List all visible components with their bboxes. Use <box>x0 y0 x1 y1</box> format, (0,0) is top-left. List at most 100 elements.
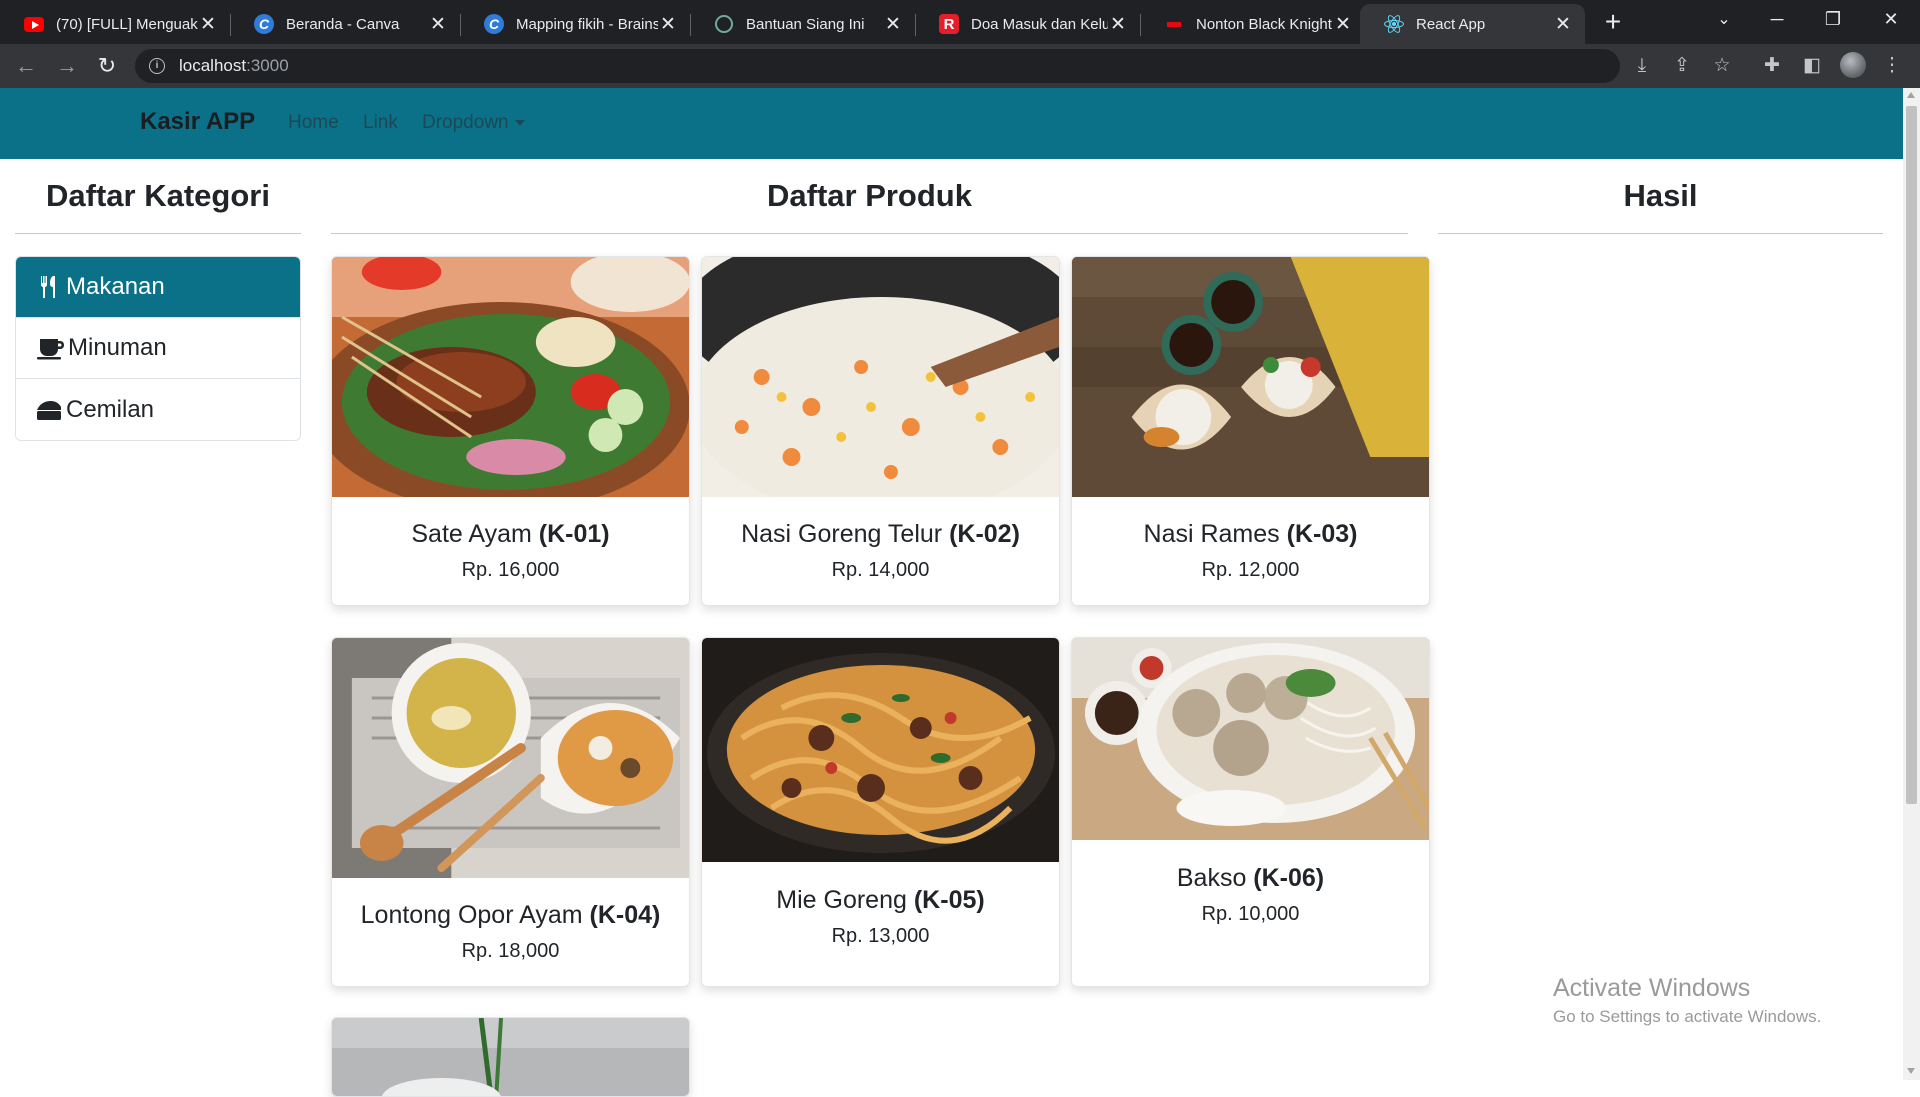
reload-icon[interactable]: ↻ <box>91 50 123 82</box>
minimize-icon[interactable]: ─ <box>1752 0 1802 40</box>
close-tab-icon[interactable]: ✕ <box>658 13 678 36</box>
url-port: :3000 <box>246 56 289 75</box>
nav-dropdown[interactable]: Dropdown <box>422 112 525 134</box>
result-heading: Hasil <box>1623 178 1698 213</box>
products-divider <box>331 233 1408 234</box>
product-card[interactable] <box>331 1017 690 1097</box>
product-card[interactable]: Lontong Opor Ayam (K-04) Rp. 18,000 <box>331 637 690 987</box>
navbar-brand[interactable]: Kasir APP <box>140 108 255 136</box>
product-name-text: Lontong Opor Ayam <box>360 901 583 929</box>
side-panel-icon[interactable]: ◧ <box>1796 50 1828 82</box>
product-name: Lontong Opor Ayam (K-04) <box>332 901 689 930</box>
tab-title: Mapping fikih - Brains <box>516 15 658 33</box>
close-tab-icon[interactable]: ✕ <box>1553 13 1573 36</box>
browser-tab[interactable]: Nonton Black Knight: ✕ <box>1140 4 1365 44</box>
product-code: (K-03) <box>1286 520 1358 548</box>
product-code: (K-04) <box>589 901 661 929</box>
address-bar[interactable]: i localhost:3000 <box>135 49 1620 83</box>
scroll-thumb[interactable] <box>1906 106 1917 804</box>
mie-goreng-photo <box>702 638 1059 862</box>
tab-title: Beranda - Canva <box>286 15 400 33</box>
chevron-down-icon[interactable]: ⌄ <box>1710 6 1738 34</box>
close-tab-icon[interactable]: ✕ <box>1108 13 1128 36</box>
category-label: Makanan <box>66 273 165 300</box>
product-code: (K-06) <box>1253 864 1325 892</box>
product-name-text: Nasi Goreng Telur <box>741 520 943 548</box>
product-price: Rp. 12,000 <box>1201 559 1300 581</box>
close-tab-icon[interactable]: ✕ <box>883 13 903 36</box>
react-icon <box>1384 13 1404 35</box>
share-icon[interactable]: ⇪ <box>1666 50 1698 82</box>
activate-windows-title: Activate Windows <box>1553 974 1751 1002</box>
install-icon[interactable]: ⤓ <box>1626 50 1658 82</box>
product-name-text: Bakso <box>1176 864 1247 892</box>
product-card[interactable]: Nasi Rames (K-03) Rp. 12,000 <box>1071 256 1430 606</box>
back-icon[interactable]: ← <box>10 50 42 82</box>
product-name: Sate Ayam (K-01) <box>332 520 689 549</box>
category-item-cemilan[interactable]: Cemilan <box>16 379 300 440</box>
activate-windows-subtitle: Go to Settings to activate Windows. <box>1553 1007 1822 1026</box>
tab-title: React App <box>1416 15 1486 33</box>
category-item-minuman[interactable]: Minuman <box>16 318 300 379</box>
product-card[interactable]: Bakso (K-06) Rp. 10,000 <box>1071 637 1430 987</box>
browser-tab[interactable]: C Mapping fikih - Brains ✕ <box>460 4 691 44</box>
url-host: localhost <box>179 56 247 75</box>
product-code: (K-02) <box>949 520 1020 548</box>
scroll-down-icon[interactable] <box>1907 1068 1915 1074</box>
browser-toolbar: ← → ↻ i localhost:3000 ⤓ ⇪ ☆ ✚ ◧ ⋮ <box>0 44 1920 88</box>
scroll-up-icon[interactable] <box>1907 92 1915 98</box>
new-tab-icon[interactable]: + <box>1597 6 1629 38</box>
category-label: Minuman <box>68 334 167 361</box>
menu-kebab-icon[interactable]: ⋮ <box>1876 50 1908 82</box>
caret-down-icon <box>514 119 525 126</box>
page-scrollbar[interactable] <box>1903 88 1920 1080</box>
extensions-icon[interactable]: ✚ <box>1756 50 1788 82</box>
tab-title: Nonton Black Knight: <box>1196 15 1333 33</box>
coffee-icon <box>36 335 66 361</box>
close-tab-icon[interactable]: ✕ <box>198 13 218 36</box>
close-window-icon[interactable]: ✕ <box>1866 0 1916 40</box>
nav-link-link[interactable]: Link <box>363 112 398 134</box>
bookmark-star-icon[interactable]: ☆ <box>1706 50 1738 82</box>
product-name-text: Sate Ayam <box>411 520 532 548</box>
product-photo <box>332 1018 689 1096</box>
canva-icon: C <box>484 14 504 34</box>
category-item-makanan[interactable]: Makanan <box>16 257 300 318</box>
profile-avatar[interactable] <box>1840 52 1866 78</box>
nav-dropdown-label: Dropdown <box>422 112 509 133</box>
youtube-icon <box>24 14 44 34</box>
r-icon: R <box>939 14 959 34</box>
product-card[interactable]: Mie Goreng (K-05) Rp. 13,000 <box>701 637 1060 987</box>
app-navbar: Kasir APP Home Link Dropdown <box>0 88 1903 159</box>
product-name: Bakso (K-06) <box>1072 864 1429 893</box>
product-name-text: Mie Goreng <box>776 886 907 914</box>
product-name-text: Nasi Rames <box>1143 520 1280 548</box>
category-label: Cemilan <box>66 395 155 423</box>
browser-tab[interactable]: R Doa Masuk dan Kelua ✕ <box>915 4 1141 44</box>
product-price: Rp. 14,000 <box>831 559 930 581</box>
chatgpt-icon <box>714 14 734 34</box>
category-list: Makanan Minuman Cemilan <box>15 256 301 441</box>
info-icon[interactable]: i <box>149 58 165 74</box>
product-price: Rp. 18,000 <box>461 940 560 962</box>
browser-tab-active[interactable]: React App ✕ <box>1360 4 1585 44</box>
browser-tab[interactable]: (70) [FULL] Menguak I ✕ <box>0 4 231 44</box>
product-name: Nasi Rames (K-03) <box>1072 520 1429 549</box>
browser-tab[interactable]: C Beranda - Canva ✕ <box>230 4 461 44</box>
bakso-photo <box>1072 638 1429 840</box>
product-card[interactable]: Sate Ayam (K-01) Rp. 16,000 <box>331 256 690 606</box>
canva-icon: C <box>254 14 274 34</box>
close-tab-icon[interactable]: ✕ <box>1333 13 1353 36</box>
close-tab-icon[interactable]: ✕ <box>428 13 448 36</box>
utensils-icon <box>36 274 62 300</box>
browser-tab[interactable]: Bantuan Siang Ini ✕ <box>690 4 916 44</box>
product-card[interactable]: Nasi Goreng Telur (K-02) Rp. 14,000 <box>701 256 1060 606</box>
netflix-icon <box>1164 14 1184 34</box>
lontong-opor-photo <box>332 638 689 878</box>
forward-icon[interactable]: → <box>51 50 83 82</box>
result-divider <box>1438 233 1883 234</box>
nav-link-home[interactable]: Home <box>288 112 339 134</box>
products-heading: Daftar Produk <box>767 178 972 213</box>
restore-icon[interactable]: ❐ <box>1808 0 1858 40</box>
tab-title: Doa Masuk dan Kelua <box>971 15 1108 33</box>
